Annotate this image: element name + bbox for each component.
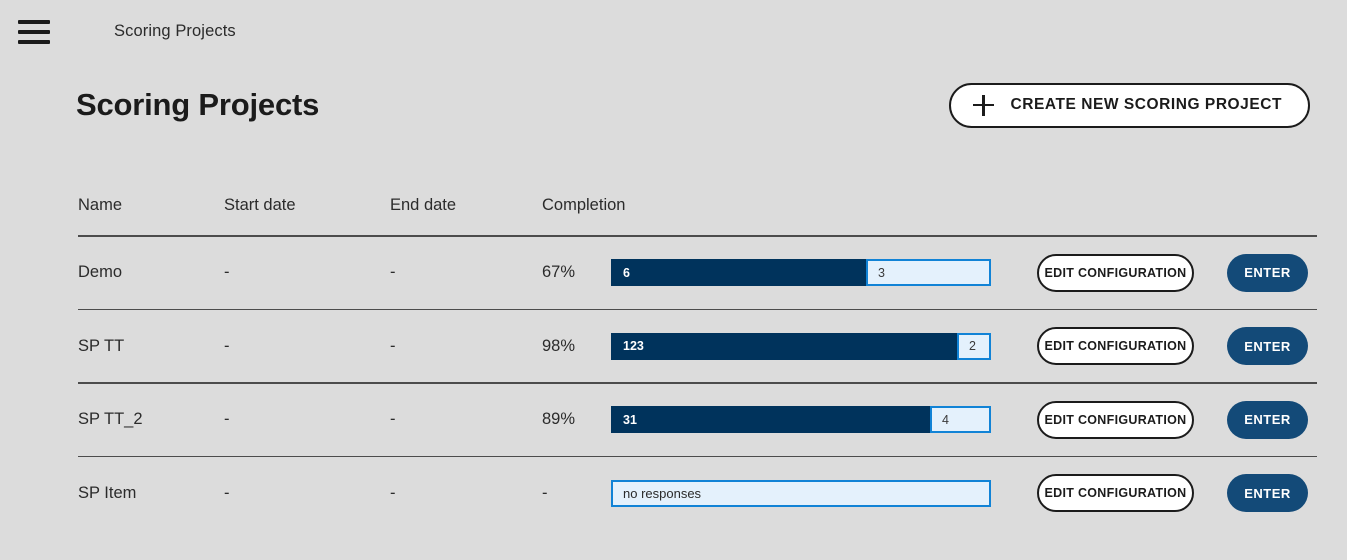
page-header: Scoring Projects CREATE NEW SCORING PROJ… xyxy=(0,63,1347,147)
edit-configuration-button[interactable]: EDIT CONFIGURATION xyxy=(1037,474,1194,512)
progress-bar-remaining: 3 xyxy=(866,259,991,286)
plus-icon xyxy=(973,95,994,116)
create-button-label: CREATE NEW SCORING PROJECT xyxy=(1010,96,1282,114)
hamburger-bar-2 xyxy=(18,30,50,34)
enter-button[interactable]: ENTER xyxy=(1227,474,1308,512)
row-name: Demo xyxy=(78,263,224,282)
edit-configuration-button[interactable]: EDIT CONFIGURATION xyxy=(1037,327,1194,365)
progress-bar-remaining: 2 xyxy=(957,333,991,360)
row-actions: EDIT CONFIGURATION ENTER xyxy=(1010,401,1317,439)
row-end-date: - xyxy=(390,484,542,503)
row-progress-cell: 1232 xyxy=(611,333,1010,360)
row-completion: 89% xyxy=(542,410,611,429)
column-header-name: Name xyxy=(78,196,224,215)
row-completion: 98% xyxy=(542,337,611,356)
scoring-projects-table: Name Start date End date Completion Demo… xyxy=(78,196,1317,529)
table-row: SP TT_2--89%314EDIT CONFIGURATIONENTER xyxy=(78,384,1317,456)
top-bar: Scoring Projects xyxy=(0,0,1347,63)
row-progress-cell: 63 xyxy=(611,259,1010,286)
hamburger-bar-3 xyxy=(18,40,50,44)
enter-button[interactable]: ENTER xyxy=(1227,327,1308,365)
edit-configuration-button[interactable]: EDIT CONFIGURATION xyxy=(1037,254,1194,292)
enter-button[interactable]: ENTER xyxy=(1227,401,1308,439)
progress-bar: 314 xyxy=(611,406,991,433)
table-row: SP TT--98%1232EDIT CONFIGURATIONENTER xyxy=(78,310,1317,382)
progress-bar-remaining: 4 xyxy=(930,406,991,433)
progress-bar: 63 xyxy=(611,259,991,286)
row-progress-cell: no responses xyxy=(611,480,1010,507)
hamburger-bar-1 xyxy=(18,20,50,24)
row-name: SP TT xyxy=(78,337,224,356)
row-start-date: - xyxy=(224,410,390,429)
row-completion: 67% xyxy=(542,263,611,282)
hamburger-menu-icon[interactable] xyxy=(18,17,52,47)
row-start-date: - xyxy=(224,263,390,282)
progress-bar-completed: 31 xyxy=(611,406,930,433)
column-header-start-date: Start date xyxy=(224,196,390,215)
row-start-date: - xyxy=(224,337,390,356)
table-row: SP Item---no responsesEDIT CONFIGURATION… xyxy=(78,457,1317,529)
progress-bar-completed: 6 xyxy=(611,259,866,286)
create-new-scoring-project-button[interactable]: CREATE NEW SCORING PROJECT xyxy=(949,83,1310,128)
breadcrumb[interactable]: Scoring Projects xyxy=(114,22,236,41)
row-completion: - xyxy=(542,484,611,503)
row-name: SP Item xyxy=(78,484,224,503)
column-header-end-date: End date xyxy=(390,196,542,215)
row-end-date: - xyxy=(390,410,542,429)
table-body: Demo--67%63EDIT CONFIGURATIONENTERSP TT-… xyxy=(78,237,1317,530)
row-name: SP TT_2 xyxy=(78,410,224,429)
page-title: Scoring Projects xyxy=(76,87,319,123)
progress-bar: no responses xyxy=(611,480,991,507)
row-actions: EDIT CONFIGURATION ENTER xyxy=(1010,254,1317,292)
progress-bar: 1232 xyxy=(611,333,991,360)
progress-bar-no-responses: no responses xyxy=(611,480,991,507)
row-actions: EDIT CONFIGURATION ENTER xyxy=(1010,474,1317,512)
progress-bar-completed: 123 xyxy=(611,333,957,360)
table-row: Demo--67%63EDIT CONFIGURATIONENTER xyxy=(78,237,1317,309)
edit-configuration-button[interactable]: EDIT CONFIGURATION xyxy=(1037,401,1194,439)
column-header-completion: Completion xyxy=(542,196,611,215)
row-progress-cell: 314 xyxy=(611,406,1010,433)
row-start-date: - xyxy=(224,484,390,503)
row-actions: EDIT CONFIGURATION ENTER xyxy=(1010,327,1317,365)
row-end-date: - xyxy=(390,263,542,282)
row-end-date: - xyxy=(390,337,542,356)
table-header-row: Name Start date End date Completion xyxy=(78,196,1317,235)
enter-button[interactable]: ENTER xyxy=(1227,254,1308,292)
